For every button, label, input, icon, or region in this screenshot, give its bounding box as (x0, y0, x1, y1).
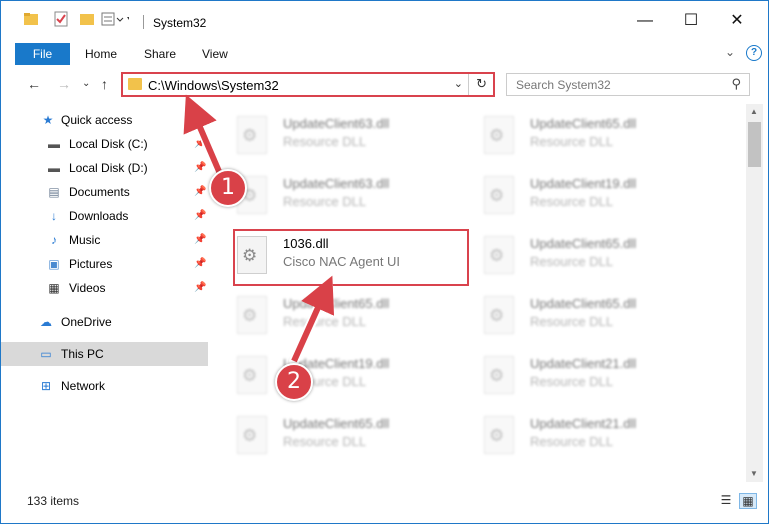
annotation-arrows (183, 94, 335, 366)
step-callout-1: 1 (209, 169, 247, 207)
file-explorer-window: System32 — ☐ ✕ File Home Share View ⌄ ? … (0, 0, 769, 524)
step-callout-2: 2 (275, 363, 313, 401)
